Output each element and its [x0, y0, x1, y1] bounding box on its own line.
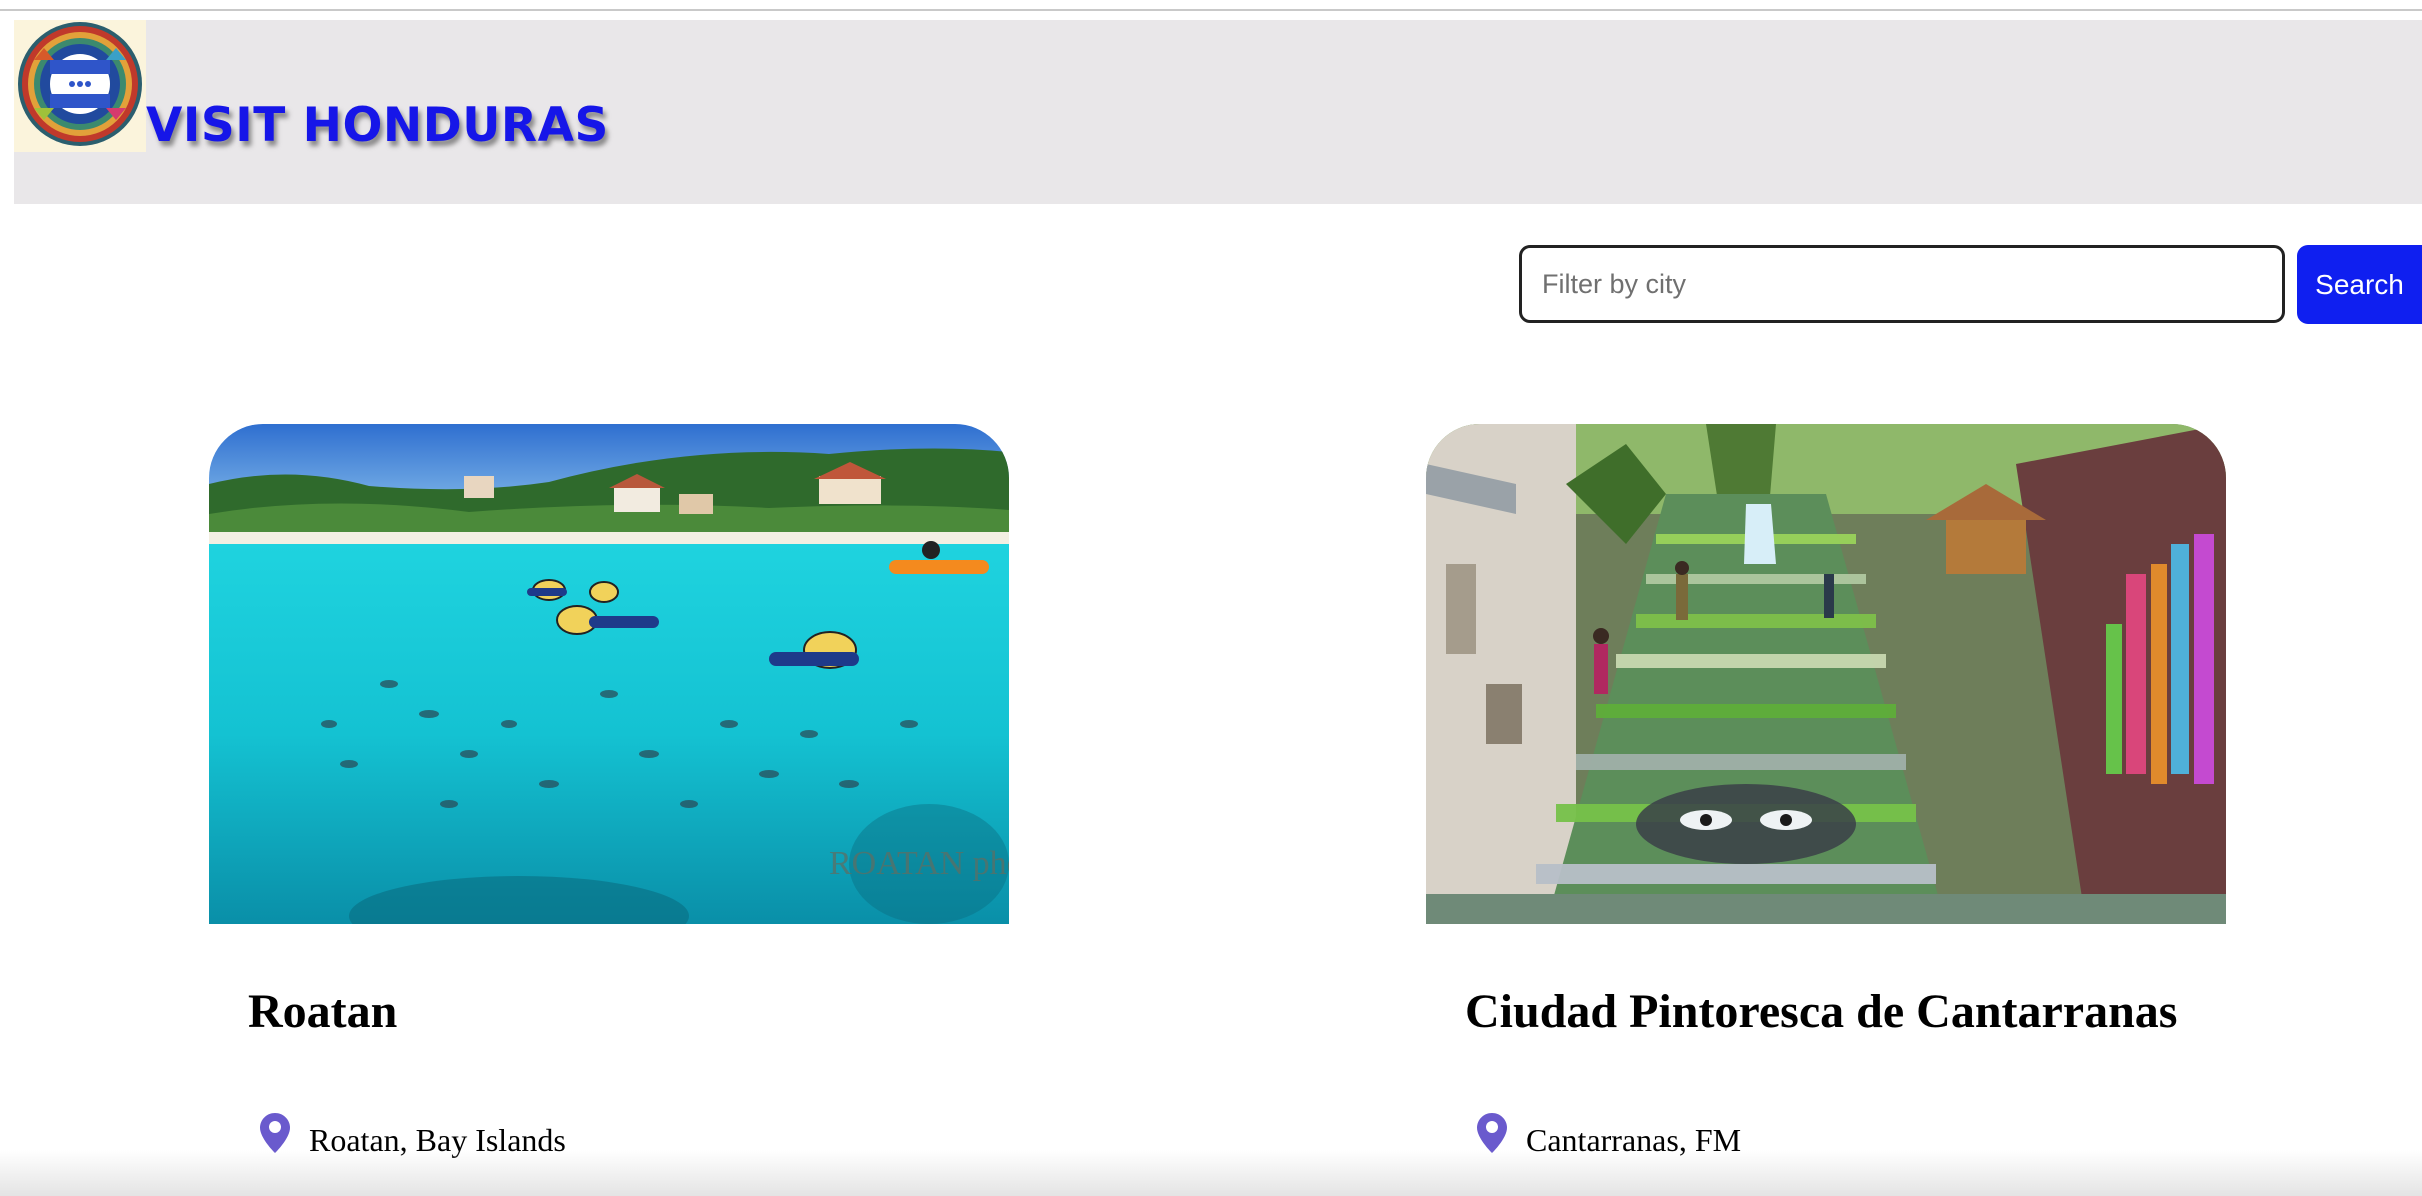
snorkelers-turquoise-bay-photo[interactable]: ROATAN photography — [209, 424, 1009, 924]
svg-text:ROATAN photography: ROATAN photography — [829, 845, 1009, 882]
location-label: Roatan, Bay Islands — [309, 1122, 566, 1158]
destination-card[interactable]: ROATAN photography Roatan Roatan, Bay Is… — [209, 424, 1009, 1158]
top-divider — [0, 9, 2422, 11]
search-button[interactable]: Search — [2297, 245, 2422, 324]
destination-title[interactable]: Roatan — [248, 984, 397, 1040]
map-pin-icon — [260, 1113, 290, 1153]
site-title[interactable]: VISIT HONDURAS — [146, 96, 609, 156]
location-label: Cantarranas, FM — [1526, 1122, 1742, 1158]
destination-title[interactable]: Ciudad Pintoresca de Cantarranas — [1465, 984, 2177, 1040]
city-filter-input[interactable] — [1519, 245, 2285, 323]
honduras-flag-seal-icon — [18, 22, 142, 146]
painted-staircase-street-photo[interactable] — [1426, 424, 2226, 924]
site-logo[interactable] — [14, 20, 146, 152]
map-pin-icon — [1477, 1113, 1507, 1153]
destination-card[interactable]: Ciudad Pintoresca de Cantarranas Cantarr… — [1426, 424, 2226, 1158]
